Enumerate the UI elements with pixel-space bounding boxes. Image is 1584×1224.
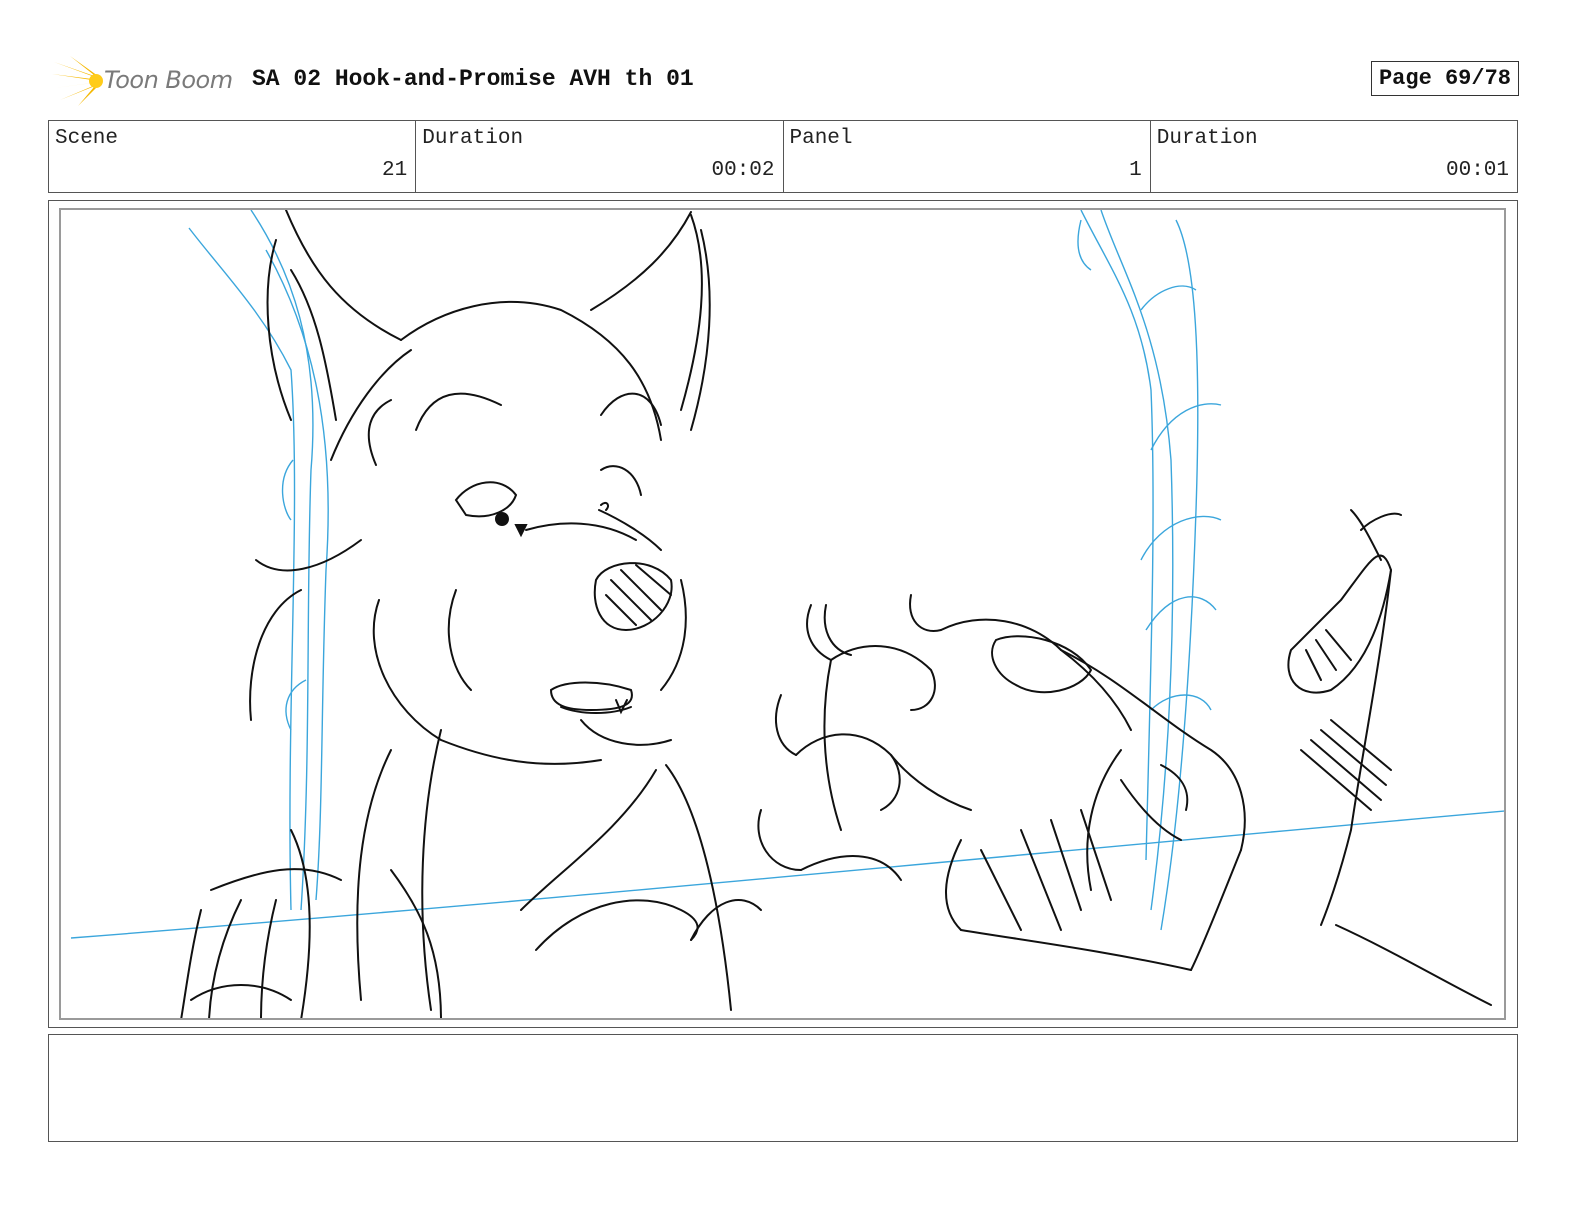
hand-sketch [757,509,1492,1006]
panel-value: 1 [1129,159,1142,182]
panel-cell: Panel 1 [784,121,1151,192]
scene-duration-label: Duration [422,127,524,150]
panel-duration-label: Duration [1156,127,1258,150]
panel-duration-cell: Duration 00:01 [1151,121,1517,192]
page-number: Page 69/78 [1370,61,1519,96]
storyboard-panel [48,200,1518,1028]
character-sketch [180,210,762,1018]
document-title: SA 02 Hook-and-Promise AVH th 01 [252,66,694,92]
scene-info-row: Scene 21 Duration 00:02 Panel 1 Duration… [48,120,1518,193]
scene-cell: Scene 21 [49,121,417,192]
panel-notes [48,1034,1518,1142]
scene-label: Scene [55,127,119,150]
panel-label: Panel [789,127,853,150]
sun-flare-icon [52,56,103,106]
toon-boom-logo: Toon Boom [52,56,242,106]
panel-duration-value: 00:01 [1445,159,1509,182]
scene-duration-value: 00:02 [711,159,775,182]
page-header: Toon Boom SA 02 Hook-and-Promise AVH th … [52,56,1540,106]
guide-lines [70,210,1504,939]
scene-duration-cell: Duration 00:02 [416,121,784,192]
logo-text: Toon Boom [104,66,233,94]
panel-sketch [70,210,1504,1018]
scene-value: 21 [382,159,408,182]
panel-image-area [59,208,1506,1020]
